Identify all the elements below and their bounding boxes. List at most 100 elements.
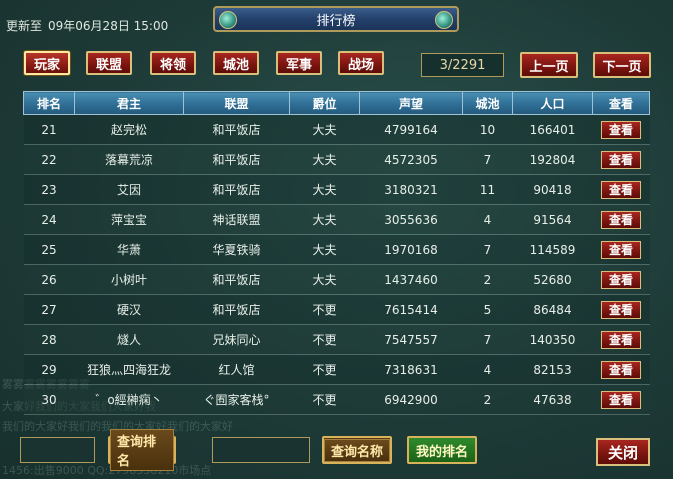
cell-title: 大夫 [289,234,360,265]
cell-cities: 7 [462,144,513,175]
cell-prestige: 6942900 [359,384,463,415]
view-button[interactable]: 查看 [601,390,641,409]
cell-alliance: 兄妹同心 [183,324,290,355]
cell-prestige: 1970168 [359,234,463,265]
table-row: 22 落幕荒凉 和平饭店 大夫 4572305 7 192804 查看 [23,144,650,175]
update-value: 09年06月28日 15:00 [48,19,169,33]
cell-title: 不更 [289,324,360,355]
cell-title: 大夫 [289,144,360,175]
column-header-rank: 排名 [23,91,75,115]
cell-title: 不更 [289,354,360,385]
cell-prestige: 7615414 [359,294,463,325]
name-search-input[interactable] [212,437,310,463]
column-header-population: 人口 [512,91,593,115]
view-button[interactable]: 查看 [601,120,641,139]
cell-rank: 30 [23,384,75,415]
column-header-lord: 君主 [74,91,184,115]
tab-cities[interactable]: 城池 [213,51,259,75]
view-button[interactable]: 查看 [601,360,641,379]
cell-title: 大夫 [289,204,360,235]
cell-lord: 狂狼灬四海狂龙 [74,354,184,385]
column-header-cities: 城池 [462,91,513,115]
view-button[interactable]: 查看 [601,300,641,319]
cell-population: 166401 [512,114,593,145]
search-rank-button[interactable]: 查询排名 [108,429,176,471]
view-button[interactable]: 查看 [601,180,641,199]
rank-search-input[interactable] [20,437,95,463]
cell-title: 大夫 [289,114,360,145]
ranking-window: 雾雾雾雾雾雾雾雾 大家好我们的大家我们大家好我 我们的大家好我们的我们的大家好我… [0,0,673,479]
cell-prestige: 4799164 [359,114,463,145]
cell-population: 47638 [512,384,593,415]
cell-prestige: 3180321 [359,174,463,205]
cell-title: 不更 [289,384,360,415]
page-title: 排行榜 [316,13,356,29]
cell-view: 查看 [592,204,650,235]
title-banner: 排行榜 [213,6,459,32]
tab-military[interactable]: 军事 [276,51,322,75]
cell-cities: 2 [462,264,513,295]
cell-lord: ゛o經榊痫丶 [74,384,184,415]
view-button[interactable]: 查看 [601,330,641,349]
cell-rank: 26 [23,264,75,295]
search-name-label: 查询名称 [324,438,390,462]
cell-rank: 23 [23,174,75,205]
cell-view: 查看 [592,144,650,175]
cell-rank: 21 [23,114,75,145]
cell-alliance: 和平饭店 [183,144,290,175]
my-rank-button[interactable]: 我的排名 [407,436,477,464]
cell-population: 140350 [512,324,593,355]
cell-alliance: 和平饭店 [183,264,290,295]
cell-view: 查看 [592,384,650,415]
cell-population: 86484 [512,294,593,325]
cell-title: 大夫 [289,174,360,205]
cell-population: 192804 [512,144,593,175]
cell-view: 查看 [592,174,650,205]
table-row: 26 小树叶 和平饭店 大夫 1437460 2 52680 查看 [23,264,650,295]
prev-page-button[interactable]: 上一页 [520,52,578,78]
cell-lord: 落幕荒凉 [74,144,184,175]
cell-lord: 赵完松 [74,114,184,145]
ranking-table: 排名 君主 联盟 爵位 声望 城池 人口 查看 21 赵完松 和平饭店 大夫 47991… [23,91,650,415]
next-page-button[interactable]: 下一页 [593,52,651,78]
cell-rank: 28 [23,324,75,355]
view-button[interactable]: 查看 [601,150,641,169]
update-label: 更新至 [6,19,43,33]
cell-alliance: 和平饭店 [183,294,290,325]
cell-lord: 萍宝宝 [74,204,184,235]
cell-cities: 4 [462,204,513,235]
cell-view: 查看 [592,324,650,355]
cell-population: 90418 [512,174,593,205]
cell-prestige: 3055636 [359,204,463,235]
table-row: 25 华萧 华夏铁骑 大夫 1970168 7 114589 查看 [23,234,650,265]
tab-generals[interactable]: 将领 [150,51,196,75]
cell-population: 52680 [512,264,593,295]
cell-lord: 小树叶 [74,264,184,295]
cell-view: 查看 [592,294,650,325]
view-button[interactable]: 查看 [601,270,641,289]
cell-prestige: 7318631 [359,354,463,385]
search-name-button[interactable]: 查询名称 [322,436,392,464]
view-button[interactable]: 查看 [601,240,641,259]
close-button[interactable]: 关闭 [596,438,650,466]
table-row: 30 ゛o經榊痫丶 ぐ囿家客栈° 不更 6942900 2 47638 查看 [23,384,650,415]
column-header-prestige: 声望 [359,91,463,115]
tab-alliances[interactable]: 联盟 [86,51,132,75]
cell-prestige: 4572305 [359,144,463,175]
cell-alliance: 和平饭店 [183,114,290,145]
cell-rank: 29 [23,354,75,385]
cell-lord: 艾因 [74,174,184,205]
tab-battlefield[interactable]: 战场 [338,51,384,75]
cell-prestige: 7547557 [359,324,463,355]
update-time: 更新至 09年06月28日 15:00 [6,17,174,34]
cell-view: 查看 [592,114,650,145]
tab-players[interactable]: 玩家 [24,51,70,75]
cell-population: 91564 [512,204,593,235]
table-row: 21 赵完松 和平饭店 大夫 4799164 10 166401 查看 [23,114,650,145]
view-button[interactable]: 查看 [601,210,641,229]
cell-cities: 11 [462,174,513,205]
table-header-row: 排名 君主 联盟 爵位 声望 城池 人口 查看 [23,91,650,115]
cell-view: 查看 [592,354,650,385]
cell-lord: 硬汉 [74,294,184,325]
table-row: 23 艾因 和平饭店 大夫 3180321 11 90418 查看 [23,174,650,205]
